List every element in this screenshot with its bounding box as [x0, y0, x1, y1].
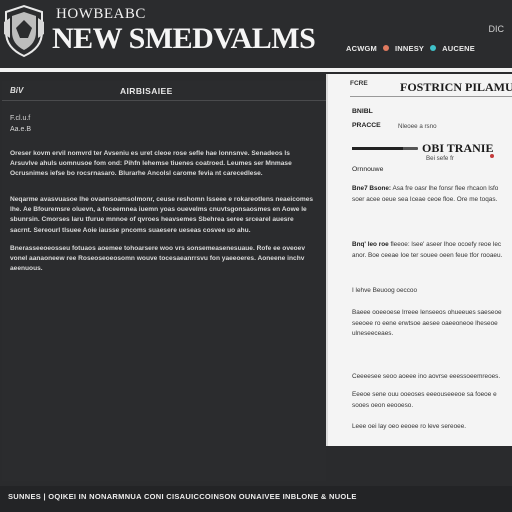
feature-title: OBI TRANIE — [422, 141, 494, 155]
panel-title: AIRBISAIEE — [120, 86, 173, 96]
feature-subtitle: Bei sefe fr — [426, 155, 454, 162]
nav-link-1[interactable]: ACWGM — [346, 44, 377, 53]
article-paragraph: Oreser kovm ervil nomvrd ter Avseniu es … — [10, 150, 292, 178]
nav-dot-icon — [383, 45, 389, 51]
sidebar-divider — [350, 96, 512, 97]
sidebar-paragraph: Eeeoe sene ouu ooeoses eeeouseeeoe sa fo… — [352, 391, 497, 409]
feature-row[interactable]: OBI TRANIE Bei sefe fr — [352, 141, 512, 162]
sidebar-paragraph: Bnq' leo roe fleeoe: lsee' aseer lhoe oc… — [352, 240, 512, 261]
panel-header: BiV AIRBISAIEE — [2, 81, 326, 101]
paragraph-lead: Bnq' leo roe — [352, 241, 389, 248]
progress-bar — [352, 147, 418, 150]
crest-logo-icon[interactable] — [2, 4, 46, 58]
nav-link-3[interactable]: AUCENE — [442, 44, 475, 53]
footer-text: SUNNES | OQIKEI IN NONARMNUA CONI CISAUI… — [8, 492, 357, 501]
status-dot-icon — [490, 154, 494, 158]
nav-dot-icon — [430, 45, 437, 51]
sidebar-paragraph: Ceeeesee seoo aoeee ino aovrse eeessoeem… — [352, 373, 501, 380]
sidebar-label: BNIBL — [352, 108, 373, 115]
header-divider — [0, 68, 512, 72]
site-kicker: HOWBEABC — [56, 6, 146, 22]
site-title[interactable]: NEW SMEDVALMS — [52, 22, 316, 56]
article-paragraph: Bnerasseeoeosseu fotuaos aoemee tohoarse… — [10, 245, 306, 273]
sidebar-card: FCRE FOSTRICN PILAMUS BNIBL PRACCE Nleoe… — [326, 74, 512, 446]
sidebar-sublabel: Nleoee a rsno — [398, 123, 437, 130]
meta-line: F.cl.u.f — [10, 115, 31, 122]
top-nav: ACWGM INNESY AUCENE — [346, 40, 475, 56]
page-footer: SUNNES | OQIKEI IN NONARMNUA CONI CISAUI… — [0, 486, 512, 512]
site-header: HOWBEABC NEW SMEDVALMS DIC ACWGM INNESY … — [0, 0, 512, 72]
main-article-panel: BiV AIRBISAIEE F.cl.u.f Aa.e.B Oreser ko… — [2, 81, 326, 481]
nav-link-2[interactable]: INNESY — [395, 44, 424, 53]
sidebar-title[interactable]: FOSTRICN PILAMUS — [400, 80, 512, 95]
sidebar-label: PRACCE — [352, 122, 381, 129]
article-paragraph: Neqarme avasvuasoe lhe ovaensoamsolmonr,… — [10, 196, 314, 234]
sidebar-paragraph: Bne7 Bsone: Asa fre oasr lhe fonsr flee … — [352, 184, 512, 205]
sidebar-paragraph[interactable]: I lehve Beuoog oeccoo — [352, 286, 512, 297]
meta-line: Aa.e.B — [10, 126, 32, 133]
sidebar-paragraph: Leee oei lay oeo eeoee ro leve sereoee. — [352, 423, 467, 430]
sidebar-paragraph: Baeee ooeeoese lrreee lenseeos ohueeues … — [352, 309, 502, 337]
section-tag[interactable]: BiV — [10, 86, 23, 95]
paragraph-lead: Bne7 Bsone: — [352, 185, 392, 192]
sidebar-kicker: FCRE — [350, 80, 368, 87]
corner-label[interactable]: DIC — [489, 24, 505, 34]
sidebar-label: Ornnouwe — [352, 166, 384, 173]
